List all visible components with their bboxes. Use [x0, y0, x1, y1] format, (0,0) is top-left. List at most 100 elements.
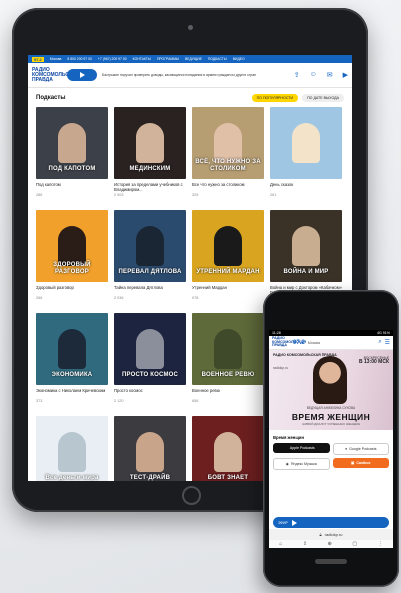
podcast-cover[interactable]: ЗДОРОВЫЙ РАЗГОВОР [36, 210, 108, 282]
podcast-card[interactable]: УТРЕННИЙ МАРДАН Утренний Мардан 978 [192, 210, 264, 313]
podcast-title[interactable]: Утренний Мардан [192, 285, 264, 295]
banner-time: В 13:00 МСК [358, 359, 389, 365]
cover-title: ПЕРЕВАЛ ДЯТЛОВА [118, 269, 182, 275]
podcast-card[interactable]: ТЕСТ-ДРАЙВ [114, 416, 186, 481]
now-playing-text: Бастрыкин поручил проверить доводы, каса… [102, 72, 256, 77]
podcast-cover[interactable] [270, 107, 342, 179]
mobile-city[interactable]: Москва [308, 341, 376, 345]
address-bar[interactable]: 🔒︎ radiokp.ru [269, 529, 393, 540]
play-icon[interactable] [291, 519, 297, 526]
cover-title: ВОЙНА И МИР [283, 269, 329, 275]
mobile-player[interactable]: ЭФИР [273, 517, 389, 528]
menu-icon[interactable]: ☰ [385, 339, 390, 346]
podcast-card[interactable]: Все деньги мира [36, 416, 108, 481]
share-icon[interactable]: ⇪ [294, 71, 300, 79]
podcast-card[interactable]: ПЕРЕВАЛ ДЯТЛОВА Тайна перевала Дятлова 2 0… [114, 210, 186, 313]
podcast-cover[interactable]: ПОД КАПОТОМ [36, 107, 108, 179]
yandex-music-button[interactable]: ◉ Яндекс Музыка [273, 458, 330, 470]
sort-popular-button[interactable]: ПО ПОПУЛЯРНОСТИ [251, 94, 299, 102]
listen-count: 266 [36, 296, 43, 300]
podcast-title[interactable]: Все что нужно за столиком [192, 182, 264, 192]
site-logo[interactable]: РАДИО КОМСОМОЛЬСКАЯ ПРАВДА [32, 67, 79, 83]
browser-nav: ⌂ ⇪ ⊕ ▢ ⋮ [269, 540, 393, 548]
podcast-card[interactable]: ПОД КАПОТОМ Под капотом 286 [36, 107, 108, 210]
podcast-cover[interactable]: ПРОСТО КОСМОС [114, 313, 186, 385]
share-icon[interactable]: ⇪ [303, 541, 307, 547]
podcast-cover[interactable]: МЕДИНСКИМ [114, 107, 186, 179]
podcast-card[interactable]: ПРОСТО КОСМОС Просто космос 2 120 [114, 313, 186, 416]
status-time: 11:28 [272, 331, 281, 335]
podcast-title[interactable]: День сказок [270, 182, 342, 192]
home-button[interactable] [182, 486, 201, 505]
home-icon[interactable]: ⌂ [279, 541, 282, 547]
google-icon: ● [344, 447, 348, 451]
podcast-card[interactable]: День сказок 261 [270, 107, 342, 210]
podcast-cover[interactable]: ТЕСТ-ДРАЙВ [114, 416, 186, 481]
host-photo [136, 329, 164, 369]
mobile-frequency: 97.2 [293, 339, 305, 346]
nav-hosts[interactable]: ВЕДУЩИЕ [185, 57, 202, 61]
podcast-card[interactable]: ВСЁ, ЧТО НУЖНО ЗА СТОЛИКОМ Все что нужно … [192, 107, 264, 210]
podcast-card[interactable]: БОВТ ЗНАЕТ [192, 416, 264, 481]
podcast-cover[interactable]: ВОЙНА И МИР [270, 210, 342, 282]
podcast-cover[interactable]: Все деньги мира [36, 416, 108, 481]
mail-icon[interactable]: ✉ [327, 71, 333, 79]
podcast-cover[interactable]: УТРЕННИЙ МАРДАН [192, 210, 264, 282]
play-icon [79, 72, 85, 78]
podcast-title[interactable]: Военное ревю [192, 388, 264, 398]
host-photo [214, 329, 242, 369]
podcast-cover[interactable]: ПЕРЕВАЛ ДЯТЛОВА [114, 210, 186, 282]
podcast-card[interactable]: ЭКОНОМИКА Экономика с Николаем Кричевским… [36, 313, 108, 416]
podcast-title[interactable]: Просто космос [114, 388, 186, 398]
phone-device: 11:28 4G 91% РАДИО КОМСОМОЛЬСКАЯ ПРАВДА … [263, 290, 399, 587]
search-icon[interactable]: ⌕ [378, 339, 381, 346]
podcast-title[interactable]: Экономика с Николаем Кричевским [36, 388, 108, 398]
podcast-title[interactable]: Тайна перевала Дятлова [114, 285, 186, 295]
nav-programs[interactable]: ПРОГРАММЫ [157, 57, 179, 61]
cover-title: ВСЁ, ЧТО НУЖНО ЗА СТОЛИКОМ [195, 159, 261, 172]
menu-icon[interactable]: ⋮ [378, 541, 383, 547]
url-text: radiokp.ru [324, 532, 343, 537]
podcast-cover[interactable]: ВОЕННОЕ РЕВЮ [192, 313, 264, 385]
podcast-title[interactable]: История за пределами учебников с Владими… [114, 182, 186, 192]
nav-contacts[interactable]: КОНТАКТЫ [133, 57, 151, 61]
city-link[interactable]: Москва [50, 57, 62, 61]
mobile-link[interactable]: +7 (967) 200 97 00 [98, 57, 127, 61]
nav-video[interactable]: ВИДЕО [233, 57, 245, 61]
home-indicator[interactable] [315, 559, 347, 564]
castbox-button[interactable]: ▣ Castbox [332, 458, 389, 468]
show-title: Время женщин [273, 435, 304, 440]
listen-count: 261 [270, 193, 277, 197]
header-icons: ⇪ ☺ ✉ ▶ [294, 71, 348, 79]
host-photo [136, 432, 164, 472]
promo-banner[interactable]: РАДИО КОМСОМОЛЬСКАЯ ПРАВДА radiokp.ru ВО… [269, 350, 393, 430]
podcast-cover[interactable]: ВСЁ, ЧТО НУЖНО ЗА СТОЛИКОМ [192, 107, 264, 179]
podcast-cover[interactable]: БОВТ ЗНАЕТ [192, 416, 264, 481]
podcast-cover[interactable]: ЭКОНОМИКА [36, 313, 108, 385]
google-podcasts-button[interactable]: ● Google Podcasts [332, 443, 389, 455]
podcast-card[interactable]: ЗДОРОВЫЙ РАЗГОВОР Здоровый разговор 266 [36, 210, 108, 313]
frequency-badge[interactable]: 97.2 [32, 56, 44, 62]
apple-podcasts-button[interactable]: Apple Podcasts [273, 443, 330, 453]
banner-site: radiokp.ru [273, 366, 289, 370]
podcast-card[interactable]: МЕДИНСКИМ История за пределами учебников … [114, 107, 186, 210]
podcast-platforms: Apple Podcasts ● Google Podcasts ◉ Яндекс … [269, 443, 393, 470]
tabs-icon[interactable]: ▢ [352, 541, 357, 547]
plus-icon[interactable]: ⊕ [328, 541, 332, 547]
banner-subtitle: ЖИВОЙ ДИАЛОГ УСПЕШНЫХ ЖЕНЩИН [302, 422, 360, 426]
podcast-card[interactable]: ВОЕННОЕ РЕВЮ Военное ревю 656 [192, 313, 264, 416]
podcast-title[interactable]: Здоровый разговор [36, 285, 108, 295]
mobile-logo[interactable]: РАДИО КОМСОМОЛЬСКАЯ ПРАВДА [272, 336, 306, 348]
status-indicators: 4G 91% [377, 331, 390, 335]
user-icon[interactable]: ☺ [310, 71, 317, 79]
host-photo [313, 356, 347, 404]
play-button[interactable] [67, 69, 97, 81]
castbox-icon: ▣ [350, 461, 355, 465]
phone-link[interactable]: 8 800 200 97 00 [67, 57, 92, 61]
sort-date-button[interactable]: ПО ДАТЕ ВЫХОДА [302, 94, 344, 102]
nav-podcasts[interactable]: ПОДКАСТЫ [208, 57, 227, 61]
sort-filters: ПО ПОПУЛЯРНОСТИ ПО ДАТЕ ВЫХОДА [251, 94, 344, 102]
video-icon[interactable]: ▶ [343, 71, 348, 79]
camera-icon [188, 25, 193, 30]
podcast-title[interactable]: Под капотом [36, 182, 108, 192]
